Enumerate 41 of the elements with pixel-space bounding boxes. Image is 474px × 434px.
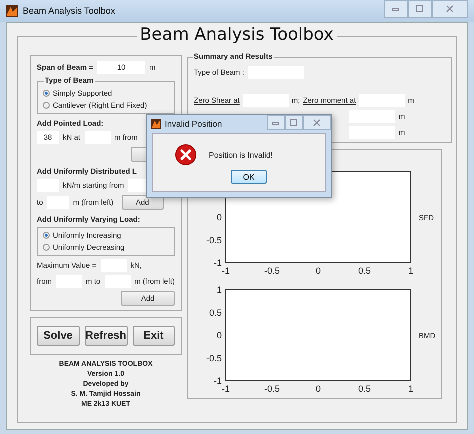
maximize-icon <box>290 118 298 126</box>
maximize-icon <box>416 5 424 13</box>
action-button[interactable]: Solve <box>37 326 80 346</box>
action-button[interactable]: Exit <box>132 326 176 346</box>
dialog-message: Position is Invalid! <box>209 150 274 160</box>
tick-label: -0.5 <box>264 266 280 274</box>
tick-label: -0.5 <box>206 353 222 364</box>
maximize-button[interactable] <box>408 0 432 18</box>
maximize-button[interactable] <box>285 115 303 130</box>
app-icon <box>151 119 161 129</box>
minimize-button[interactable] <box>267 115 285 130</box>
tick-label: 1 <box>217 285 222 295</box>
minimize-button[interactable] <box>384 0 408 18</box>
close-icon <box>446 5 454 13</box>
tick-label: 0 <box>217 330 222 340</box>
tick-label: 0 <box>316 266 322 274</box>
tick-label: -1 <box>214 258 222 268</box>
tick-label: -1 <box>222 266 230 274</box>
tick-label: 0.5 <box>210 308 222 318</box>
ok-button[interactable]: OK <box>231 170 267 184</box>
tick-label: 0 <box>217 212 222 222</box>
close-icon <box>313 118 321 126</box>
app-icon <box>6 5 18 17</box>
close-button[interactable] <box>303 115 331 130</box>
tick-label: 0.5 <box>358 266 372 274</box>
close-button[interactable] <box>432 0 468 18</box>
action-button[interactable]: Refresh <box>84 326 128 346</box>
tick-label: 1 <box>408 384 414 392</box>
tick-label: -0.5 <box>206 235 222 246</box>
error-icon <box>175 144 197 166</box>
minimize-icon <box>272 120 280 126</box>
minimize-icon <box>392 6 400 12</box>
app-heading: Beam Analysis Toolbox <box>137 25 337 45</box>
dialog-title: Invalid Position <box>165 119 222 129</box>
tick-label: -1 <box>222 384 230 392</box>
tick-label: 1 <box>408 266 414 274</box>
tick-label: 0.5 <box>358 384 372 392</box>
window-title: Beam Analysis Toolbox <box>23 6 116 16</box>
tick-label: -1 <box>214 376 222 386</box>
tick-label: -0.5 <box>264 384 280 392</box>
tick-label: 0 <box>316 384 322 392</box>
